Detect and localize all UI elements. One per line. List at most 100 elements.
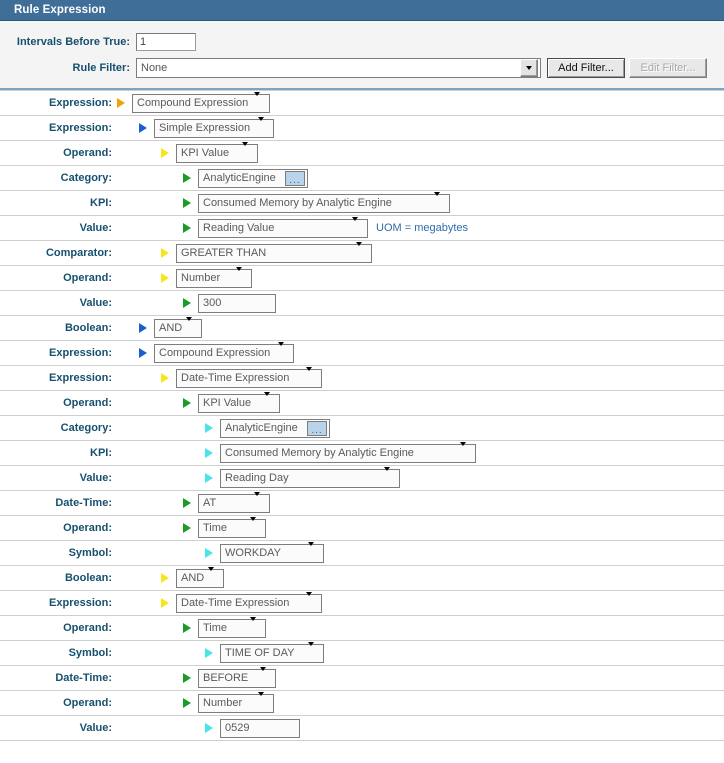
expression-select-value: Date-Time Expression (181, 597, 290, 609)
expression-select[interactable]: Compound Expression (154, 343, 294, 363)
chevron-down-icon[interactable] (186, 321, 201, 336)
triangle-green-icon (183, 398, 191, 408)
expand-arrow-icon[interactable] (178, 173, 196, 183)
expression-select[interactable]: Date-Time Expression (176, 593, 322, 613)
intervals-before-true-input[interactable]: 1 (136, 33, 196, 51)
expression-select-value: Consumed Memory by Analytic Engine (203, 197, 392, 209)
value-input[interactable]: 0529 (220, 718, 300, 738)
expand-arrow-icon[interactable] (178, 523, 196, 533)
rule-filter-select[interactable]: None (136, 58, 541, 78)
expand-arrow-icon[interactable] (200, 423, 218, 433)
triangle-yellow-icon (161, 373, 169, 383)
chevron-down-icon[interactable] (306, 371, 321, 386)
window-title: Rule Expression (14, 4, 106, 16)
chevron-down-icon[interactable] (306, 596, 321, 611)
chevron-down-icon[interactable] (250, 521, 265, 536)
expression-select[interactable]: Reading Day (220, 468, 400, 488)
expression-select[interactable]: WORKDAY (220, 543, 324, 563)
chevron-down-icon[interactable] (258, 121, 273, 136)
chevron-down-icon[interactable] (260, 671, 275, 686)
expand-arrow-icon[interactable] (134, 348, 152, 358)
chevron-down-icon[interactable] (242, 146, 257, 161)
expand-arrow-icon[interactable] (134, 323, 152, 333)
chevron-down-icon[interactable] (254, 96, 269, 111)
chevron-down-icon[interactable] (208, 571, 223, 586)
chevron-down-icon[interactable] (384, 471, 399, 486)
chevron-down-icon[interactable] (278, 346, 293, 361)
expression-row-label: KPI: (90, 447, 112, 459)
expand-arrow-icon[interactable] (178, 398, 196, 408)
expression-row: Symbol: TIME OF DAY (0, 641, 724, 666)
chevron-down-icon[interactable] (250, 621, 265, 636)
expand-arrow-icon[interactable] (156, 373, 174, 383)
expand-arrow-icon[interactable] (200, 648, 218, 658)
category-field[interactable]: AnalyticEngine... (198, 168, 308, 188)
expression-select[interactable]: Number (176, 268, 252, 288)
browse-ellipsis-button[interactable]: ... (307, 420, 327, 436)
expand-arrow-icon[interactable] (112, 98, 130, 108)
intervals-before-true-row: Intervals Before True: 1 (0, 31, 724, 53)
chevron-down-icon[interactable] (258, 696, 273, 711)
chevron-down-icon[interactable] (434, 196, 449, 211)
chevron-down-icon[interactable] (308, 646, 323, 661)
expand-arrow-icon[interactable] (178, 298, 196, 308)
expression-row-label: Boolean: (64, 572, 112, 584)
expand-arrow-icon[interactable] (200, 548, 218, 558)
expression-select[interactable]: Reading Value (198, 218, 368, 238)
expand-arrow-icon[interactable] (178, 223, 196, 233)
expression-select[interactable]: AT (198, 493, 270, 513)
expand-arrow-icon[interactable] (178, 498, 196, 508)
expression-select[interactable]: TIME OF DAY (220, 643, 324, 663)
chevron-down-icon[interactable] (356, 246, 371, 261)
expand-arrow-icon[interactable] (200, 473, 218, 483)
value-input[interactable]: 300 (198, 293, 276, 313)
chevron-down-icon[interactable] (254, 496, 269, 511)
chevron-down-icon[interactable] (460, 446, 475, 461)
expand-arrow-icon[interactable] (178, 198, 196, 208)
expression-select[interactable]: Consumed Memory by Analytic Engine (198, 193, 450, 213)
expand-arrow-icon[interactable] (178, 698, 196, 708)
expand-arrow-icon[interactable] (178, 623, 196, 633)
rule-settings-panel: Intervals Before True: 1 Rule Filter: No… (0, 21, 724, 90)
chevron-down-icon[interactable] (264, 396, 279, 411)
expression-select[interactable]: KPI Value (198, 393, 280, 413)
browse-ellipsis-button[interactable]: ... (285, 170, 305, 186)
expand-arrow-icon[interactable] (178, 673, 196, 683)
expand-arrow-icon[interactable] (156, 248, 174, 258)
add-filter-button[interactable]: Add Filter... (547, 58, 625, 78)
expression-select[interactable]: Consumed Memory by Analytic Engine (220, 443, 476, 463)
category-field[interactable]: AnalyticEngine... (220, 418, 330, 438)
expression-select[interactable]: BEFORE (198, 668, 276, 688)
expand-arrow-icon[interactable] (200, 723, 218, 733)
expression-select[interactable]: Number (198, 693, 274, 713)
expression-row-label: Operand: (63, 697, 112, 709)
expand-arrow-icon[interactable] (200, 448, 218, 458)
expression-select[interactable]: Simple Expression (154, 118, 274, 138)
chevron-down-icon[interactable] (308, 546, 323, 561)
triangle-green-icon (183, 698, 191, 708)
expand-arrow-icon[interactable] (156, 598, 174, 608)
expand-arrow-icon[interactable] (134, 123, 152, 133)
triangle-orange-icon (117, 98, 125, 108)
expand-arrow-icon[interactable] (156, 273, 174, 283)
expression-row: Expression: Compound Expression (0, 91, 724, 116)
expression-select[interactable]: AND (154, 318, 202, 338)
expand-arrow-icon[interactable] (156, 148, 174, 158)
chevron-down-icon[interactable] (236, 271, 251, 286)
expand-arrow-icon[interactable] (156, 573, 174, 583)
expression-select-value: Reading Day (225, 472, 289, 484)
expression-row: Operand: KPI Value (0, 141, 724, 166)
expression-select[interactable]: Compound Expression (132, 93, 270, 113)
triangle-green-icon (183, 498, 191, 508)
expression-select[interactable]: AND (176, 568, 224, 588)
expression-select[interactable]: KPI Value (176, 143, 258, 163)
chevron-down-icon[interactable] (520, 59, 538, 77)
rule-filter-value: None (141, 62, 168, 74)
expression-select[interactable]: Time (198, 618, 266, 638)
triangle-yellow-icon (161, 248, 169, 258)
expression-select[interactable]: Time (198, 518, 266, 538)
expression-select[interactable]: GREATER THAN (176, 243, 372, 263)
expression-select[interactable]: Date-Time Expression (176, 368, 322, 388)
chevron-down-icon[interactable] (352, 221, 367, 236)
expression-row-label: Comparator: (45, 247, 112, 259)
